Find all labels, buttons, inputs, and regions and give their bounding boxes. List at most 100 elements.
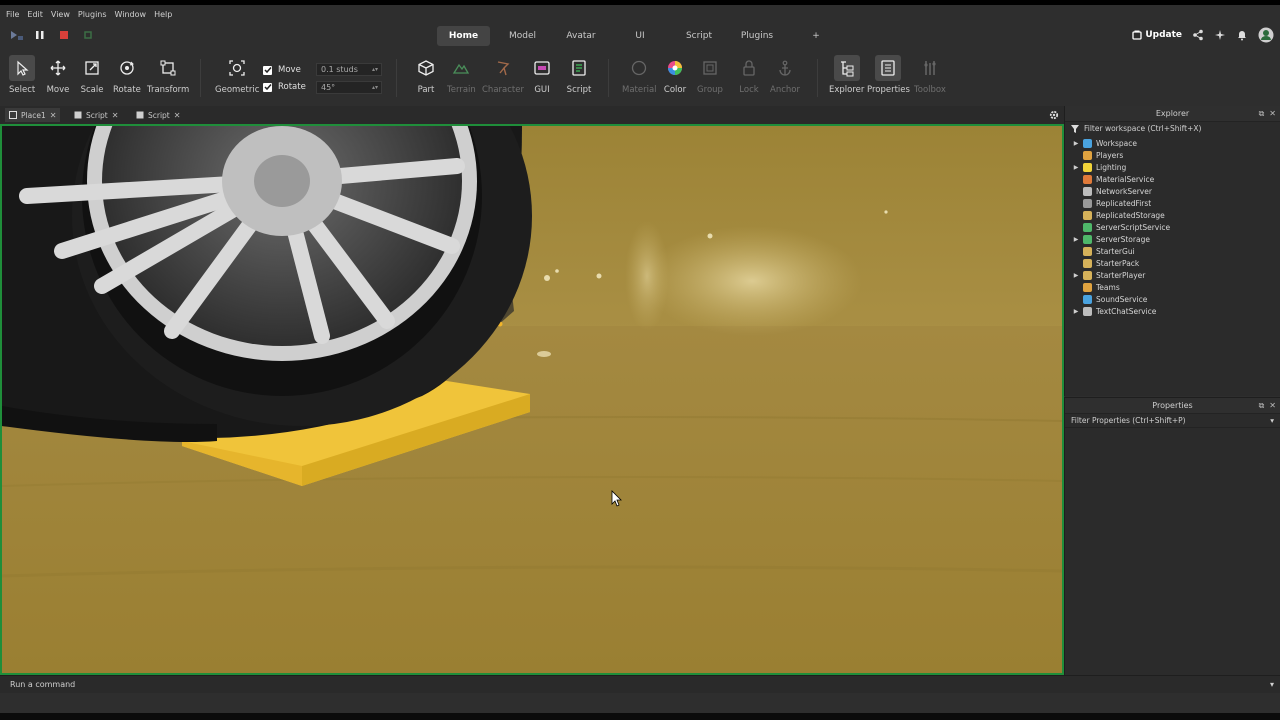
- part-tool[interactable]: Part: [413, 55, 439, 95]
- anchor-tool[interactable]: Anchor: [770, 55, 800, 95]
- doc-tab-script[interactable]: Script ✕: [70, 108, 122, 122]
- character-tool[interactable]: Character: [482, 55, 524, 95]
- explorer-item[interactable]: SoundService: [1065, 293, 1280, 305]
- close-icon[interactable]: ✕: [174, 111, 181, 120]
- explorer-item[interactable]: Teams: [1065, 281, 1280, 293]
- transform-tool[interactable]: Transform: [147, 55, 189, 95]
- explorer-item[interactable]: ▶ ServerStorage: [1065, 233, 1280, 245]
- menu-plugins[interactable]: Plugins: [78, 10, 107, 19]
- select-tool[interactable]: Select: [9, 55, 35, 95]
- share-icon[interactable]: [1192, 29, 1204, 41]
- explorer-item[interactable]: ReplicatedFirst: [1065, 197, 1280, 209]
- tab-script[interactable]: Script: [676, 26, 722, 46]
- expand-arrow-icon[interactable]: ▶: [1071, 236, 1081, 243]
- explorer-item[interactable]: StarterGui: [1065, 245, 1280, 257]
- explorer-filter[interactable]: Filter workspace (Ctrl+Shift+X): [1065, 122, 1280, 135]
- explorer-item[interactable]: MaterialService: [1065, 173, 1280, 185]
- command-input[interactable]: Run a command: [10, 680, 75, 689]
- test-icon[interactable]: [82, 29, 94, 41]
- expand-arrow-icon[interactable]: ▶: [1071, 140, 1081, 147]
- menu-file[interactable]: File: [6, 10, 19, 19]
- tab-model[interactable]: Model: [500, 26, 545, 46]
- globe-icon: [1083, 138, 1092, 148]
- popout-icon[interactable]: ⧉: [1259, 401, 1265, 411]
- rotate-snap-checkbox[interactable]: [263, 82, 272, 92]
- close-icon[interactable]: ✕: [50, 111, 57, 120]
- close-icon[interactable]: ✕: [112, 111, 119, 120]
- avatar[interactable]: [1258, 27, 1274, 43]
- viewport-settings-gear-icon[interactable]: [1049, 110, 1059, 120]
- doc-tab-script[interactable]: Script ✕: [132, 108, 184, 122]
- explorer-item[interactable]: NetworkServer: [1065, 185, 1280, 197]
- expand-arrow-icon[interactable]: ▶: [1071, 272, 1081, 279]
- starter-pack-icon: [1083, 258, 1092, 268]
- menu-window[interactable]: Window: [115, 10, 147, 19]
- tab-add[interactable]: +: [808, 26, 824, 46]
- explorer-item[interactable]: Players: [1065, 149, 1280, 161]
- doc-tab-place1[interactable]: Place1 ✕: [5, 108, 61, 122]
- starter-player-icon: [1083, 270, 1092, 280]
- expand-arrow-icon[interactable]: ▶: [1071, 164, 1081, 171]
- gui-tool[interactable]: GUI: [529, 55, 555, 95]
- move-snap-checkbox[interactable]: [263, 65, 272, 75]
- notification-bell-icon[interactable]: [1236, 29, 1248, 41]
- tab-ui[interactable]: UI: [626, 26, 654, 46]
- stop-icon[interactable]: [58, 29, 70, 41]
- character-icon: [497, 61, 510, 76]
- rotate-increment-value: 45°: [321, 83, 336, 92]
- explorer-item[interactable]: StarterPack: [1065, 257, 1280, 269]
- lock-label: Lock: [739, 85, 759, 95]
- tab-home[interactable]: Home: [437, 26, 490, 46]
- menu-edit[interactable]: Edit: [27, 10, 43, 19]
- explorer-toggle[interactable]: Explorer: [829, 55, 864, 95]
- toolbox-icon: [924, 61, 936, 75]
- explorer-item-label: StarterPlayer: [1096, 270, 1146, 280]
- tab-avatar[interactable]: Avatar: [558, 26, 604, 46]
- chevron-down-icon[interactable]: ▾: [1270, 416, 1274, 425]
- move-increment-value: 0.1 studs: [321, 65, 358, 74]
- explorer-item[interactable]: ReplicatedStorage: [1065, 209, 1280, 221]
- material-tool[interactable]: Material: [622, 55, 657, 95]
- update-button[interactable]: Update: [1132, 30, 1182, 40]
- rotate-increment-input[interactable]: 45° ▴▾: [316, 81, 382, 94]
- popout-icon[interactable]: ⧉: [1259, 109, 1265, 119]
- select-label: Select: [9, 85, 36, 95]
- explorer-item[interactable]: ▶ Lighting: [1065, 161, 1280, 173]
- explorer-item[interactable]: ▶ StarterPlayer: [1065, 269, 1280, 281]
- toolbox-toggle[interactable]: Toolbox: [914, 55, 946, 95]
- explorer-item[interactable]: ▶ TextChatService: [1065, 305, 1280, 317]
- close-icon[interactable]: ✕: [1269, 401, 1276, 411]
- play-mode-icon[interactable]: [10, 29, 24, 41]
- explorer-item-label: StarterPack: [1096, 258, 1140, 268]
- spinner-arrows-icon[interactable]: ▴▾: [372, 66, 378, 73]
- lock-tool[interactable]: Lock: [736, 55, 762, 95]
- 3d-viewport[interactable]: [0, 124, 1064, 675]
- menu-view[interactable]: View: [51, 10, 70, 19]
- scale-tool[interactable]: Scale: [79, 55, 105, 95]
- script-tool[interactable]: Script: [566, 55, 592, 95]
- pause-icon[interactable]: [34, 29, 46, 41]
- spinner-arrows-icon[interactable]: ▴▾: [372, 84, 378, 91]
- rotate-tool[interactable]: Rotate: [113, 55, 141, 95]
- explorer-item-label: SoundService: [1096, 294, 1148, 304]
- explorer-item[interactable]: ▶ Workspace: [1065, 137, 1280, 149]
- geometric-mode-tool[interactable]: Geometric: [215, 55, 259, 95]
- menu-help[interactable]: Help: [154, 10, 172, 19]
- move-increment-input[interactable]: 0.1 studs ▴▾: [316, 63, 382, 76]
- move-tool[interactable]: Move: [45, 55, 71, 95]
- properties-filter[interactable]: Filter Properties (Ctrl+Shift+P) ▾: [1065, 414, 1280, 428]
- color-tool[interactable]: Color: [662, 55, 688, 95]
- chevron-down-icon[interactable]: ▾: [1270, 680, 1274, 689]
- close-icon[interactable]: ✕: [1269, 109, 1276, 119]
- terrain-tool[interactable]: Terrain: [447, 55, 476, 95]
- group-tool[interactable]: Group: [697, 55, 723, 95]
- command-bar[interactable]: Run a command ▾: [0, 675, 1280, 693]
- update-label: Update: [1145, 30, 1182, 40]
- move-snap-toggle[interactable]: Move: [263, 65, 301, 75]
- tab-plugins[interactable]: Plugins: [733, 26, 781, 46]
- explorer-item[interactable]: ServerScriptService: [1065, 221, 1280, 233]
- expand-arrow-icon[interactable]: ▶: [1071, 308, 1081, 315]
- rotate-snap-toggle[interactable]: Rotate: [263, 82, 306, 92]
- properties-toggle[interactable]: Properties: [867, 55, 910, 95]
- assistant-icon[interactable]: [1214, 29, 1226, 41]
